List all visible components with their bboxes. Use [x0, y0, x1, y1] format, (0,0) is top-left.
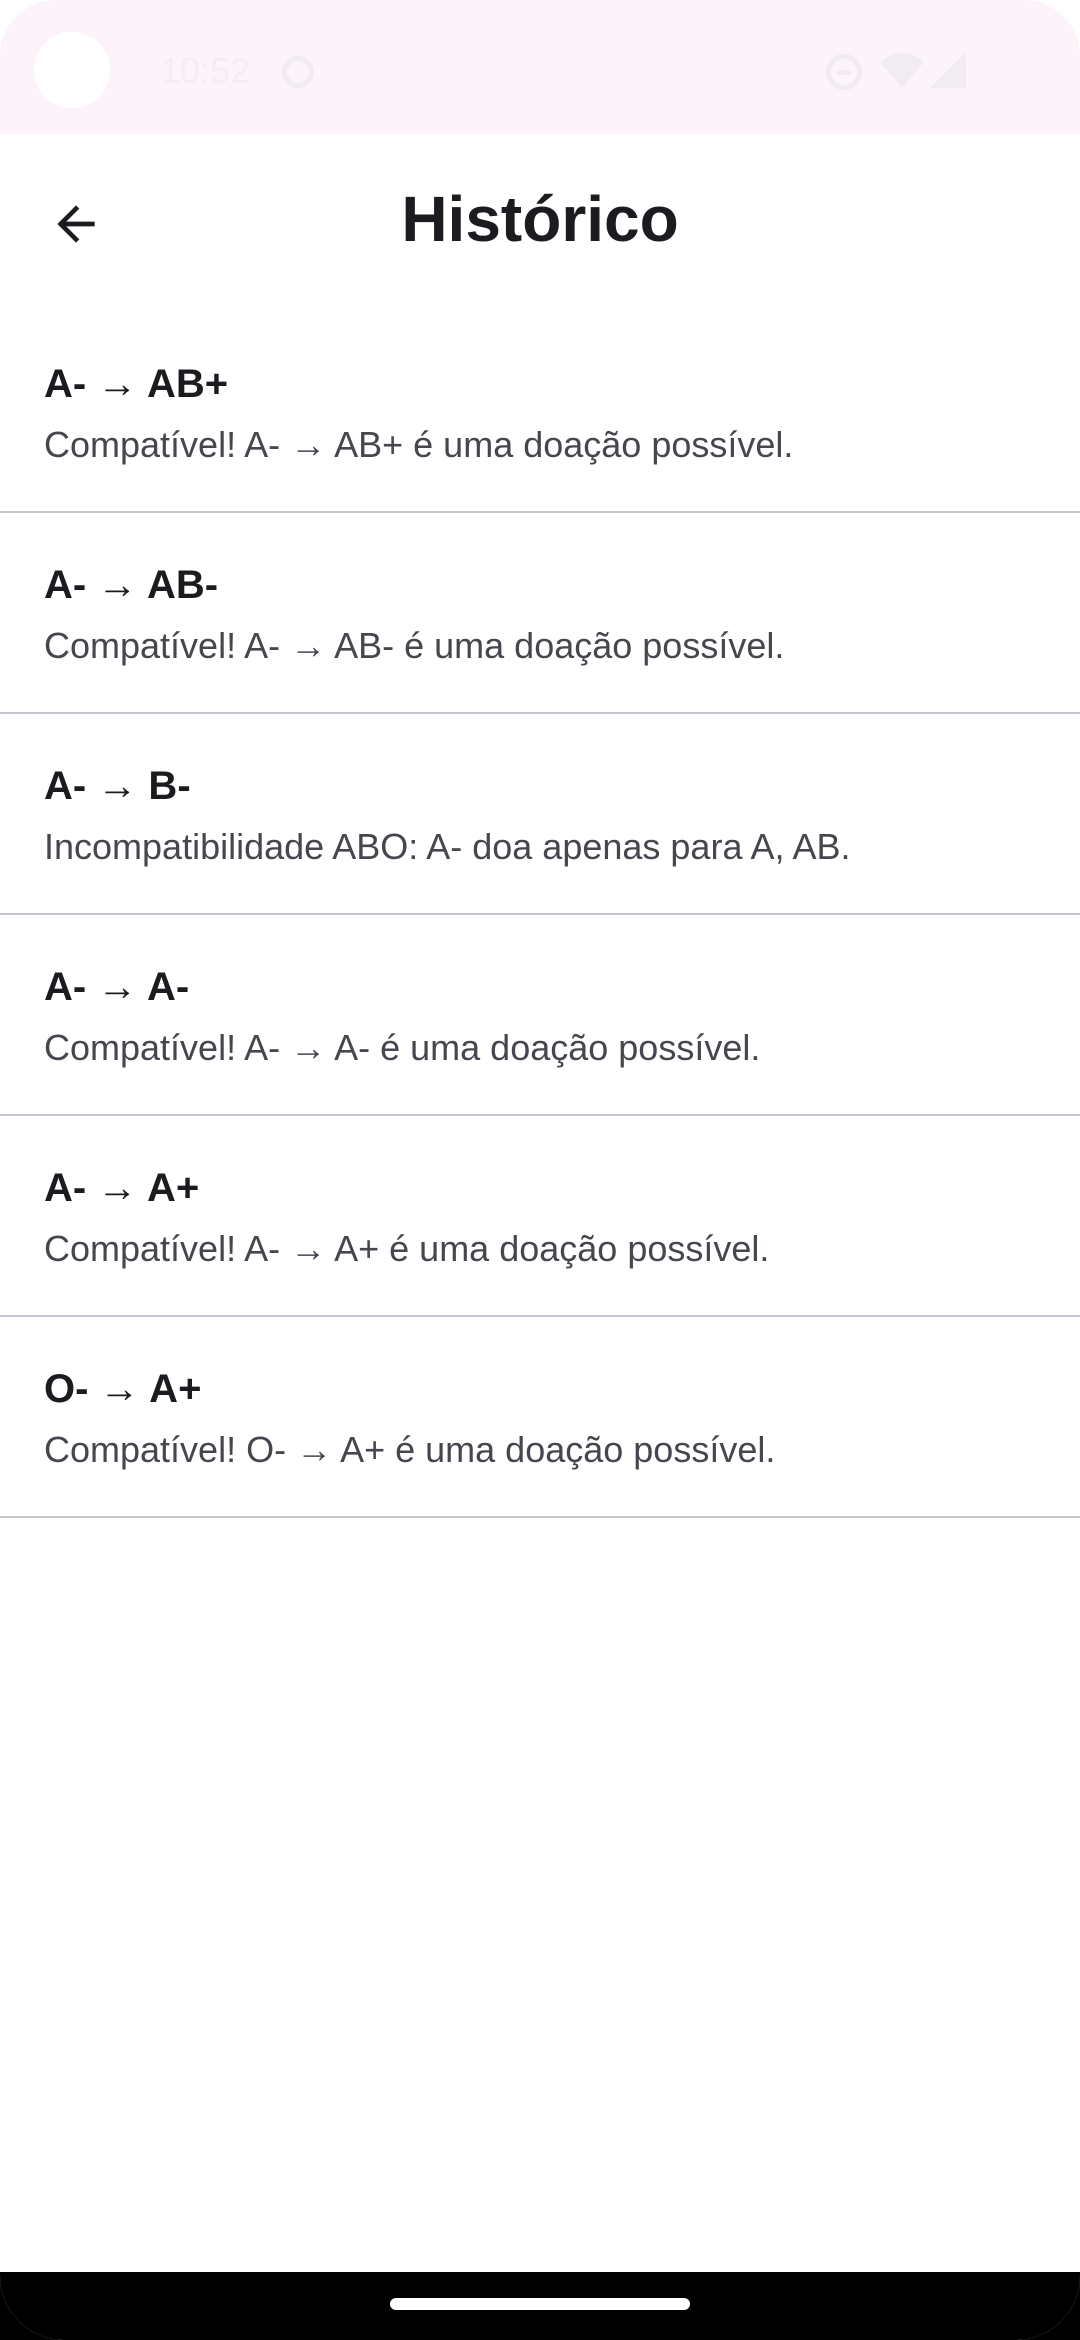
history-item-message: Incompatibilidade ABO: A- doa apenas par…: [44, 826, 851, 867]
history-item-title: A- → A-: [44, 965, 190, 1009]
history-item-title: O- → A+: [44, 1367, 202, 1411]
history-item[interactable]: O- → A+ Compatível! O- → A+ é uma doação…: [0, 1317, 1080, 1518]
wifi-icon: [880, 53, 924, 88]
history-item-message: Compatível! A- → A- é uma doação possíve…: [44, 1027, 761, 1068]
history-item-title: A- → AB+: [44, 362, 229, 406]
status-time: 10:52: [160, 50, 251, 91]
history-item-title: A- → B-: [44, 764, 191, 808]
sync-icon: [282, 56, 314, 88]
history-item-title: A- → A+: [44, 1166, 200, 1210]
history-item-message: Compatível! O- → A+ é uma doação possíve…: [44, 1429, 776, 1470]
history-item-title: A- → AB-: [44, 563, 219, 607]
app-bar: Histórico: [0, 134, 1080, 312]
history-item-message: Compatível! A- → A+ é uma doação possíve…: [44, 1228, 770, 1269]
history-item[interactable]: A- → A- Compatível! A- → A- é uma doação…: [0, 915, 1080, 1116]
camera-cutout: [34, 32, 110, 108]
page-title: Histórico: [401, 183, 679, 255]
status-bar: 10:52: [0, 0, 1080, 134]
screen: 10:52 Histórico A- → AB+ Compatível! A- …: [0, 0, 1080, 2340]
signal-icon: [930, 52, 966, 88]
do-not-disturb-icon: [826, 54, 862, 90]
history-item-message: Compatível! A- → AB- é uma doação possív…: [44, 625, 785, 666]
history-item[interactable]: A- → A+ Compatível! A- → A+ é uma doação…: [0, 1116, 1080, 1317]
history-item[interactable]: A- → B- Incompatibilidade ABO: A- doa ap…: [0, 714, 1080, 915]
history-item[interactable]: A- → AB+ Compatível! A- → AB+ é uma doaç…: [0, 312, 1080, 513]
gesture-handle[interactable]: [390, 2298, 690, 2310]
history-item-message: Compatível! A- → AB+ é uma doação possív…: [44, 424, 794, 465]
history-item[interactable]: A- → AB- Compatível! A- → AB- é uma doaç…: [0, 513, 1080, 714]
history-list: A- → AB+ Compatível! A- → AB+ é uma doaç…: [0, 312, 1080, 1518]
